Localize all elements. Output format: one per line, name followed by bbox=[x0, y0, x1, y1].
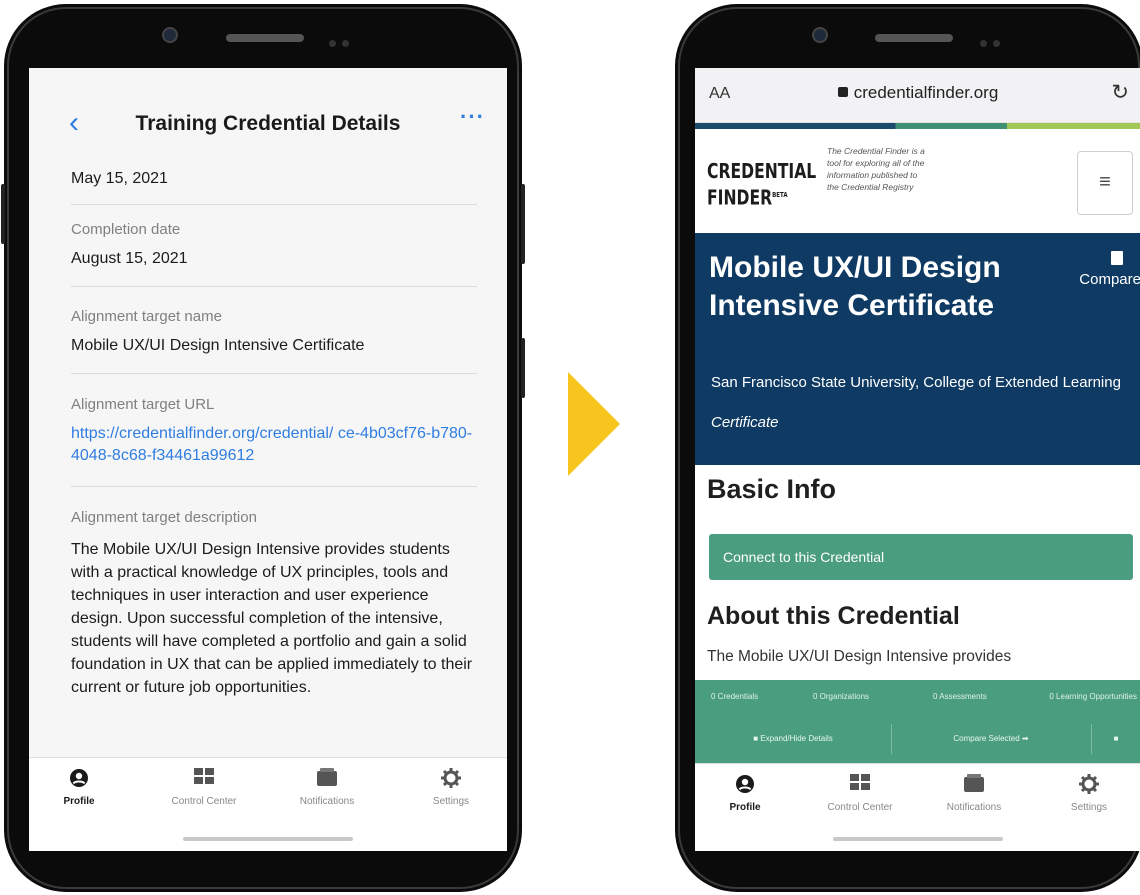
page-title: Training Credential Details bbox=[135, 112, 401, 135]
tab-label: Notifications bbox=[946, 802, 1002, 813]
compare-bar: 0 Credentials 0 Organizations 0 Assessme… bbox=[695, 680, 1140, 764]
profile-icon bbox=[29, 768, 129, 792]
tab-profile[interactable]: Profile bbox=[695, 774, 795, 813]
organization-name[interactable]: San Francisco State University, College … bbox=[711, 373, 1121, 393]
divider bbox=[71, 204, 477, 205]
grid-icon bbox=[810, 774, 910, 798]
inbox-icon bbox=[277, 768, 377, 792]
address-field[interactable]: credentialfinder.org bbox=[695, 83, 1140, 103]
stat-credentials: 0 Credentials bbox=[711, 692, 759, 701]
about-text: The Mobile UX/UI Design Intensive provid… bbox=[707, 648, 1012, 665]
field-label: Alignment target description bbox=[71, 509, 257, 526]
credential-type: Certificate bbox=[711, 414, 779, 431]
field-label: Alignment target URL bbox=[71, 396, 215, 413]
divider bbox=[71, 286, 477, 287]
more-icon[interactable]: ··· bbox=[460, 104, 485, 130]
basic-info-heading: Basic Info bbox=[707, 474, 837, 504]
tab-label: Notifications bbox=[299, 796, 355, 807]
tab-label: Profile bbox=[63, 796, 95, 807]
stat-learning-opportunities: 0 Learning Opportunities bbox=[1049, 692, 1137, 701]
arrow-right-icon: ➡ bbox=[1019, 734, 1029, 743]
tab-settings[interactable]: Settings bbox=[401, 768, 501, 807]
front-camera bbox=[162, 27, 178, 43]
inbox-icon bbox=[924, 774, 1024, 798]
sensor-dots bbox=[329, 34, 359, 47]
site-header: CREDENTIAL FINDERBETA The Credential Fin… bbox=[695, 129, 1140, 233]
tab-control-center[interactable]: Control Center bbox=[810, 774, 910, 813]
credential-title: Mobile UX/UI Design Intensive Certificat… bbox=[709, 251, 1001, 322]
transition-arrow-icon bbox=[568, 372, 620, 476]
gear-icon bbox=[1039, 774, 1139, 798]
site-tagline: The Credential Finder is a tool for expl… bbox=[827, 146, 925, 192]
connect-button[interactable]: Connect to this Credential bbox=[709, 534, 1133, 580]
tab-bar: Profile Control Center Notifications Set… bbox=[29, 757, 507, 851]
expand-hide-label: Expand/Hide Details bbox=[760, 734, 833, 743]
tab-notifications[interactable]: Notifications bbox=[924, 774, 1024, 813]
start-date-field: May 15, 2021 bbox=[71, 158, 477, 190]
logo-beta: BETA bbox=[772, 191, 788, 199]
description-text: The Mobile UX/UI Design Intensive provid… bbox=[71, 541, 473, 696]
tab-label: Settings bbox=[432, 796, 470, 807]
tab-label: Profile bbox=[729, 802, 761, 813]
compare-icon[interactable] bbox=[1111, 251, 1123, 265]
field-value: Mobile UX/UI Design Intensive Certificat… bbox=[71, 337, 365, 354]
right-phone: AA credentialfinder.org ↻ CREDENTIAL FIN… bbox=[675, 4, 1140, 892]
tab-label: Settings bbox=[1070, 802, 1108, 813]
trash-icon[interactable]: ■ bbox=[1091, 724, 1140, 754]
right-screen: AA credentialfinder.org ↻ CREDENTIAL FIN… bbox=[695, 68, 1140, 851]
divider bbox=[71, 373, 477, 374]
tab-bar: Profile Control Center Notifications Set… bbox=[695, 763, 1140, 851]
speaker-grill bbox=[875, 34, 953, 42]
tab-label: Control Center bbox=[171, 796, 237, 807]
tab-notifications[interactable]: Notifications bbox=[277, 768, 377, 807]
gear-icon bbox=[401, 768, 501, 792]
field-value: August 15, 2021 bbox=[71, 250, 188, 267]
profile-icon bbox=[695, 774, 795, 798]
tab-control-center[interactable]: Control Center bbox=[154, 768, 254, 807]
reload-icon[interactable]: ↻ bbox=[1111, 80, 1129, 105]
expand-hide-button[interactable]: ■ Expand/Hide Details bbox=[695, 724, 892, 754]
alignment-url-link[interactable]: https://credentialfinder.org/credential/… bbox=[71, 423, 477, 467]
divider bbox=[71, 486, 477, 487]
logo-line1: CREDENTIAL bbox=[707, 159, 817, 183]
alignment-name-field: Alignment target name Mobile UX/UI Desig… bbox=[71, 308, 477, 357]
compare-selected-label: Compare Selected bbox=[953, 734, 1020, 743]
tab-profile[interactable]: Profile bbox=[29, 768, 129, 807]
start-date-value: May 15, 2021 bbox=[71, 170, 168, 187]
field-label: Completion date bbox=[71, 221, 181, 238]
volume-button bbox=[1, 184, 5, 244]
credential-hero: Mobile UX/UI Design Intensive Certificat… bbox=[695, 233, 1140, 465]
grid-icon bbox=[154, 768, 254, 792]
logo-line2: FINDER bbox=[707, 185, 773, 210]
home-indicator bbox=[833, 837, 1003, 841]
url-text: credentialfinder.org bbox=[853, 83, 999, 102]
about-heading: About this Credential bbox=[707, 602, 960, 630]
completion-date-field: Completion date August 15, 2021 bbox=[71, 221, 477, 270]
front-camera bbox=[812, 27, 828, 43]
lock-icon bbox=[837, 87, 848, 97]
site-logo[interactable]: CREDENTIAL FINDERBETA bbox=[707, 159, 816, 210]
hamburger-menu-icon[interactable]: ≡ bbox=[1077, 151, 1133, 215]
tab-label: Control Center bbox=[827, 802, 893, 813]
browser-url-bar: AA credentialfinder.org ↻ bbox=[695, 68, 1140, 123]
speaker-grill bbox=[226, 34, 304, 42]
compare-button[interactable]: Compare bbox=[1079, 271, 1140, 288]
tab-settings[interactable]: Settings bbox=[1039, 774, 1139, 813]
home-indicator bbox=[183, 837, 353, 841]
side-button bbox=[521, 338, 525, 398]
compare-selected-button[interactable]: Compare Selected ➡ bbox=[891, 724, 1092, 754]
alignment-description-field: Alignment target description The Mobile … bbox=[71, 509, 477, 699]
power-button bbox=[521, 184, 525, 264]
stat-organizations: 0 Organizations bbox=[813, 692, 870, 701]
stat-assessments: 0 Assessments bbox=[933, 692, 987, 701]
left-screen: ‹ Training Credential Details ··· May 15… bbox=[29, 68, 507, 851]
left-phone: ‹ Training Credential Details ··· May 15… bbox=[1, 4, 525, 892]
alignment-url-field: Alignment target URL https://credentialf… bbox=[71, 396, 477, 467]
sensor-dots bbox=[980, 34, 1010, 47]
field-label: Alignment target name bbox=[71, 308, 222, 325]
